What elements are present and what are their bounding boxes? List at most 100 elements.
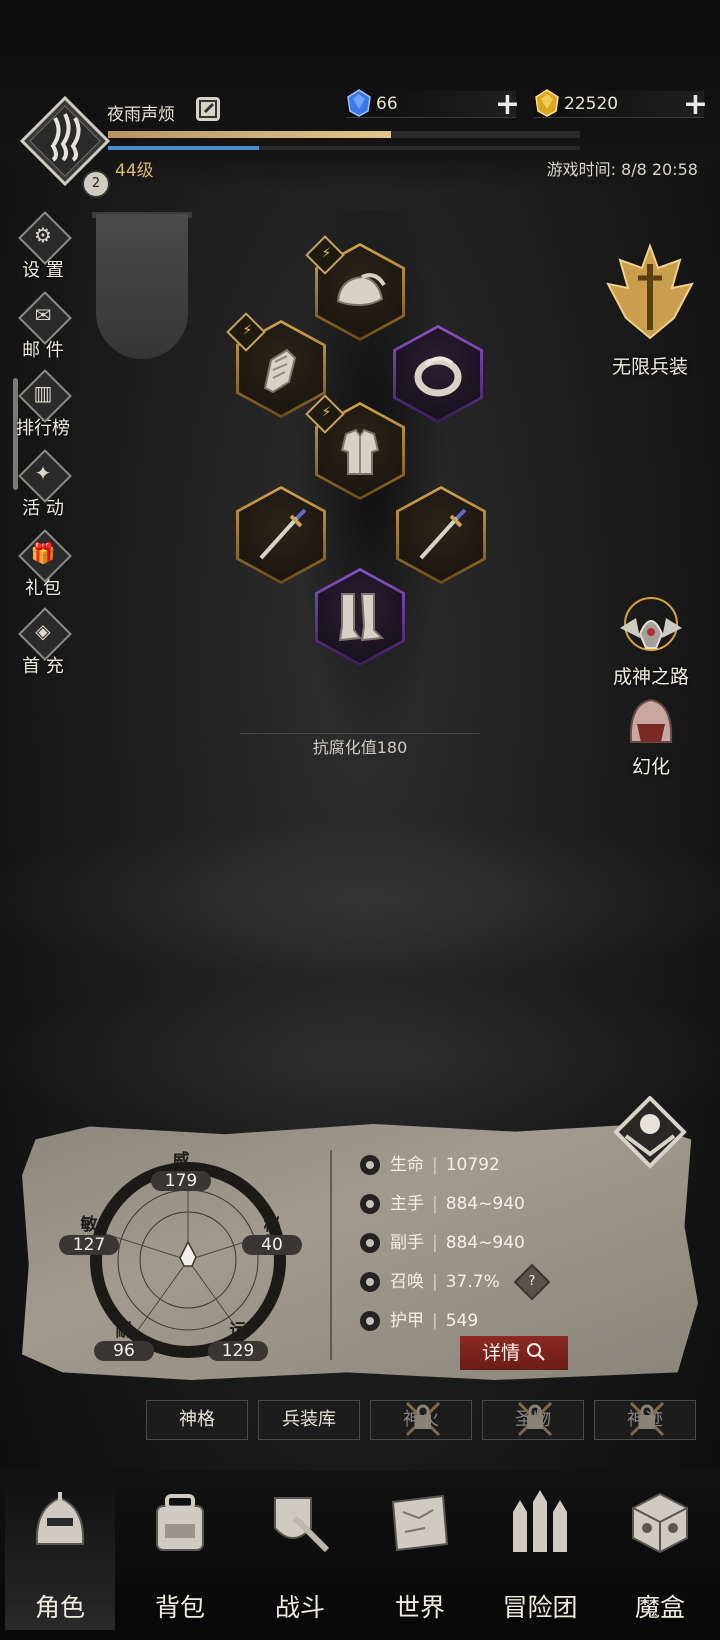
infinite-gear-label: 无限兵装 (611, 356, 688, 378)
equip-slot-ring[interactable] (393, 325, 483, 423)
gold-currency: 22520 + (534, 87, 708, 122)
equip-slot-gauntlet[interactable]: ⚡ (226, 312, 326, 418)
transform-label: 幻化 (631, 756, 670, 778)
stat-summon: 召唤 | 37.7% ? (360, 1263, 551, 1301)
edit-name-icon[interactable] (196, 97, 220, 121)
player-name: 夜雨声烦 (107, 105, 175, 125)
infinite-gear-icon (606, 243, 694, 340)
tab-divine-fire[interactable]: 神火 (370, 1400, 472, 1440)
nav-magic-box[interactable]: 魔盒 (605, 1480, 715, 1630)
lock-icon (517, 1401, 553, 1437)
experience-fill (108, 131, 392, 138)
cube-icon (632, 1492, 688, 1554)
attr-wei: 威 179 (151, 1146, 211, 1191)
menu-gift[interactable]: 🎁 礼包 (6, 528, 80, 606)
attr-yun-value: 129 (208, 1341, 268, 1361)
diamond-amount: 66 (376, 94, 398, 114)
nav-character-label: 角色 (34, 1593, 85, 1622)
diamond-currency: 66 + (346, 87, 520, 122)
helmet-icon (336, 273, 386, 307)
gold-crystal-icon (535, 89, 559, 117)
infinite-gear-button[interactable]: 无限兵装 (590, 238, 710, 379)
shield-sword-icon (274, 1497, 330, 1553)
equip-slot-boots[interactable] (315, 568, 405, 666)
path-to-god-button[interactable]: 成神之路 (596, 594, 706, 689)
secondary-fill (108, 146, 260, 150)
stat-summon-value: 37.7% (445, 1272, 500, 1292)
boots-icon (338, 593, 385, 642)
path-to-god-label: 成神之路 (612, 666, 689, 688)
stat-armor-value: 549 (445, 1311, 479, 1331)
equip-slot-helmet[interactable]: ⚡ (305, 235, 405, 341)
equip-slot-armor[interactable]: ⚡ (305, 394, 405, 500)
stat-hp: 生命 | 10792 (360, 1150, 500, 1180)
help-icon[interactable]: ? (513, 1263, 551, 1301)
nav-adventure-team[interactable]: 冒险团 (485, 1480, 595, 1630)
nav-battle[interactable]: 战斗 (245, 1480, 355, 1630)
game-time: 游戏时间: 8/8 20:58 (546, 160, 698, 179)
stat-hp-value: 10792 (445, 1155, 500, 1175)
map-scroll-icon (391, 1494, 449, 1552)
nav-magic-box-label: 魔盒 (634, 1593, 685, 1622)
gold-amount: 22520 (564, 94, 619, 114)
tab-relic[interactable]: 圣物 (482, 1400, 584, 1440)
menu-first-recharge[interactable]: ◈ 首 充 (6, 606, 80, 684)
attr-wei-name: 威 (172, 1151, 190, 1171)
first-recharge-icon: ◈ (17, 606, 69, 658)
sword-icon (419, 508, 467, 560)
add-diamond-button[interactable]: + (495, 87, 520, 122)
attr-nai-value: 96 (94, 1341, 154, 1361)
tab-divinity[interactable]: 神格 (146, 1400, 248, 1440)
nav-world[interactable]: 世界 (365, 1480, 475, 1630)
ring-icon (414, 356, 462, 397)
stat-off-hand-value: 884~940 (445, 1233, 525, 1253)
add-gold-button[interactable]: + (683, 87, 708, 122)
sword-icon (259, 508, 307, 560)
nav-backpack[interactable]: 背包 (125, 1480, 235, 1630)
attr-min: 敏 127 (59, 1210, 119, 1255)
nav-world-label: 世界 (394, 1593, 445, 1622)
stat-main-hand: 主手 | 884~940 (360, 1189, 525, 1219)
hooded-mask-icon (629, 698, 673, 743)
tab-miracle[interactable]: 神迹 (594, 1400, 696, 1440)
attr-yun-name: 运 (229, 1321, 247, 1341)
secondary-bar (108, 146, 580, 150)
winged-helm-icon (620, 597, 682, 651)
main-hand-icon (360, 1194, 380, 1214)
magnifier-icon (527, 1343, 545, 1361)
panel-divider (330, 1150, 332, 1360)
castle-icon (513, 1490, 567, 1552)
stat-main-hand-value: 884~940 (445, 1194, 525, 1214)
backpack-icon (156, 1494, 204, 1551)
summon-icon (360, 1272, 380, 1292)
attr-mi-value: 40 (242, 1235, 302, 1255)
diamond-icon (347, 89, 371, 117)
details-button[interactable]: 详情 (460, 1336, 568, 1370)
rank-badge: 2 (82, 170, 110, 198)
tab-armory[interactable]: 兵装库 (258, 1400, 360, 1440)
attr-wei-value: 179 (151, 1171, 211, 1191)
player-level: 44级 (115, 161, 154, 181)
guild-banner[interactable] (96, 214, 188, 359)
attr-mi-name: 秘 (263, 1215, 281, 1235)
attr-mi: 秘 40 (242, 1210, 302, 1255)
equip-slot-off-weapon[interactable] (396, 486, 486, 584)
event-icon: ✦ (17, 448, 69, 500)
equip-slot-main-weapon[interactable] (236, 486, 326, 584)
gift-icon: 🎁 (17, 528, 69, 580)
nav-battle-label: 战斗 (274, 1593, 325, 1622)
attr-min-name: 敏 (80, 1215, 98, 1235)
panel-crest-icon[interactable] (612, 1096, 688, 1172)
menu-settings[interactable]: ⚙ 设 置 (6, 210, 80, 288)
heart-icon (360, 1155, 380, 1175)
armor-icon (340, 428, 380, 475)
off-hand-icon (360, 1233, 380, 1253)
menu-mail[interactable]: ✉ 邮 件 (6, 290, 80, 368)
attr-yun: 运 129 (208, 1316, 268, 1361)
attr-nai: 耐 96 (94, 1316, 154, 1361)
nav-character[interactable]: 角色 (5, 1480, 115, 1630)
menu-events[interactable]: ✦ 活 动 (6, 448, 80, 526)
menu-ranking[interactable]: ▥ 排行榜 (6, 368, 80, 446)
nav-adventure-team-label: 冒险团 (502, 1593, 578, 1622)
transform-button[interactable]: 幻化 (606, 694, 696, 779)
